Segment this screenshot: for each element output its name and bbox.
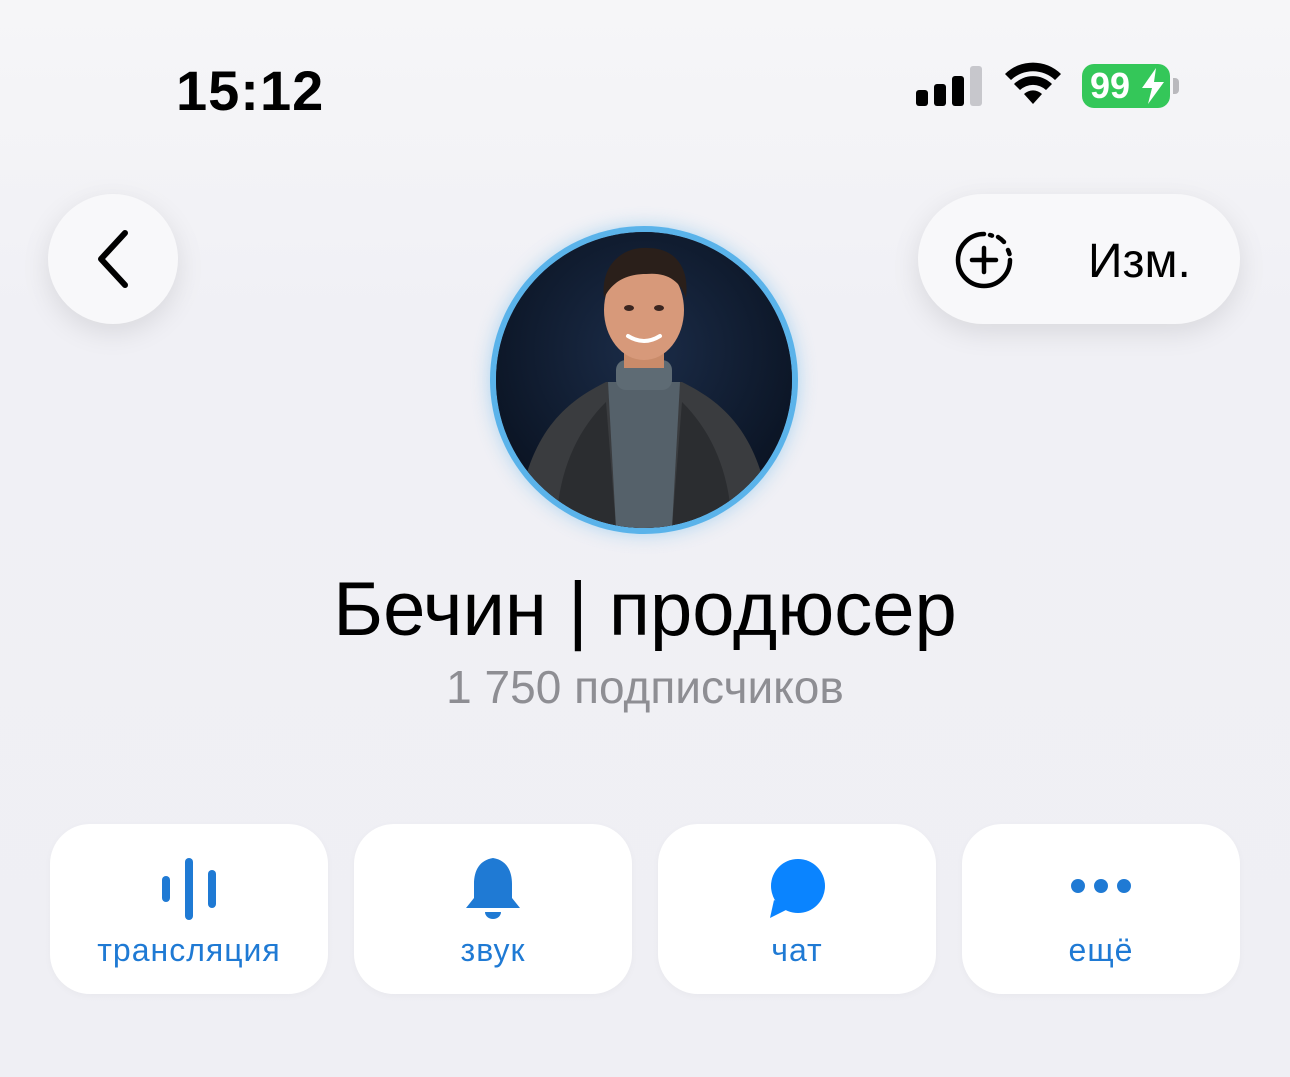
chat-bubble-icon — [770, 859, 825, 918]
more-dots-icon — [1071, 879, 1131, 893]
avatar-photo — [496, 232, 792, 528]
sound-button[interactable]: звук — [354, 824, 632, 994]
avatar[interactable] — [496, 232, 792, 528]
cellular-signal-icon — [916, 66, 982, 106]
battery-cap — [1173, 78, 1179, 94]
charging-bolt-icon — [1142, 68, 1164, 104]
chat-button[interactable]: чат — [658, 824, 936, 994]
edit-button[interactable]: Изм. — [1088, 234, 1191, 289]
status-bar: 15:12 99 — [0, 0, 1290, 150]
action-label: чат — [771, 932, 823, 968]
channel-title: Бечин | продюсер — [333, 567, 957, 652]
wifi-icon — [1005, 62, 1061, 104]
battery-icon: 99 — [1082, 64, 1180, 110]
live-stream-button[interactable]: трансляция — [50, 824, 328, 994]
action-label: трансляция — [97, 932, 281, 968]
action-label: ещё — [1068, 932, 1134, 968]
battery-percent: 99 — [1090, 65, 1131, 106]
bell-icon — [466, 858, 520, 919]
edit-pill: Изм. — [918, 194, 1240, 324]
chevron-left-icon — [98, 230, 128, 288]
subscriber-count: 1 750 подписчиков — [446, 661, 844, 713]
add-story-icon[interactable] — [954, 230, 1014, 290]
back-button[interactable] — [48, 194, 178, 324]
action-label: звук — [460, 932, 526, 968]
live-stream-icon — [162, 858, 216, 920]
status-time: 15:12 — [176, 59, 325, 122]
more-button[interactable]: ещё — [962, 824, 1240, 994]
